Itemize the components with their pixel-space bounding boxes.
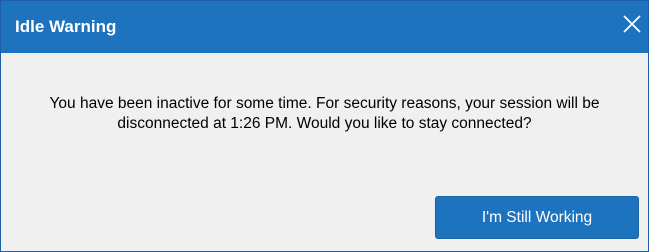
close-button[interactable] (616, 9, 646, 39)
title-bar: Idle Warning (1, 1, 648, 53)
still-working-button[interactable]: I'm Still Working (435, 196, 639, 239)
close-icon (623, 15, 641, 33)
warning-message: You have been inactive for some time. Fo… (49, 95, 600, 132)
dialog-title: Idle Warning (15, 17, 117, 36)
idle-warning-dialog: Idle Warning You have been inactive for … (0, 0, 649, 252)
